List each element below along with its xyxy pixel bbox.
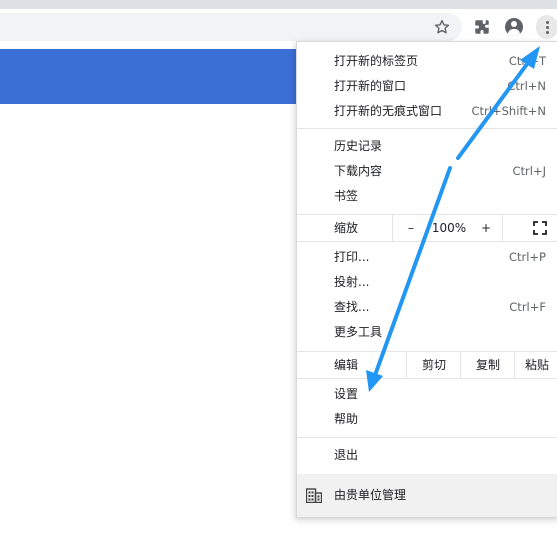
extensions-icon[interactable] [470,15,494,39]
menu-divider [297,378,557,379]
menu-item-help[interactable]: 帮助 [297,407,557,432]
menu-item-new-window[interactable]: 打开新的窗口 Ctrl+N [297,74,557,99]
menu-divider [297,437,557,438]
menu-item-shortcut: Ctrl+F [509,300,546,314]
edit-row: 编辑 剪切 复制 粘贴 [297,352,557,378]
zoom-level: 100% [431,221,467,235]
menu-item-label: 打开新的无痕式窗口 [334,104,443,118]
menu-item-label: 更多工具 [334,325,383,339]
menu-item-new-incognito-window[interactable]: 打开新的无痕式窗口 Ctrl+Shift+N [297,99,557,124]
tab-strip [0,0,557,9]
edit-label: 编辑 [334,358,359,372]
menu-item-label: 打开新的标签页 [334,54,419,68]
menu-item-label: 书签 [334,189,359,203]
menu-item-label: 退出 [334,448,359,462]
menu-item-settings[interactable]: 设置 [297,382,557,407]
menu-item-downloads[interactable]: 下载内容 Ctrl+J [297,159,557,184]
menu-item-label: 历史记录 [334,139,383,153]
menu-item-label: 投射... [334,275,370,289]
paste-button[interactable]: 粘贴 [514,352,557,378]
address-bar[interactable] [0,13,462,41]
menu-item-label: 下载内容 [334,164,383,178]
zoom-out-button[interactable]: – [392,215,429,241]
menu-item-print[interactable]: 打印... Ctrl+P [297,245,557,270]
menu-item-label: 打开新的窗口 [334,79,407,93]
menu-item-label: 设置 [334,387,359,401]
zoom-row: 缩放 – 100% + [297,215,557,241]
copy-button[interactable]: 复制 [460,352,515,378]
zoom-label: 缩放 [334,221,359,235]
menu-item-label: 打印... [334,250,370,264]
menu-item-shortcut: Ctrl+P [508,250,546,264]
menu-item-shortcut: Ctrl+T [508,54,546,68]
managed-label: 由贵单位管理 [334,488,407,502]
menu-item-new-tab[interactable]: 打开新的标签页 Ctrl+T [297,49,557,74]
building-icon [306,488,322,503]
cut-button[interactable]: 剪切 [406,352,461,378]
menu-item-shortcut: Ctrl+N [507,79,546,93]
page-header-bar [0,49,300,104]
managed-by-org[interactable]: 由贵单位管理 [297,474,557,517]
menu-item-more-tools[interactable]: 更多工具 [297,320,557,345]
menu-item-history[interactable]: 历史记录 [297,134,557,159]
menu-divider [297,128,557,129]
menu-item-label: 帮助 [334,412,359,426]
chrome-main-menu: 打开新的标签页 Ctrl+T 打开新的窗口 Ctrl+N 打开新的无痕式窗口 C… [296,41,557,518]
menu-item-exit[interactable]: 退出 [297,443,557,468]
menu-item-label: 查找... [334,300,370,314]
star-icon[interactable] [430,15,454,39]
fullscreen-button[interactable] [502,215,557,241]
menu-item-cast[interactable]: 投射... [297,270,557,295]
profile-icon[interactable] [502,15,526,39]
menu-item-shortcut: Ctrl+J [512,164,547,178]
zoom-in-button[interactable]: + [470,215,502,241]
menu-item-shortcut: Ctrl+Shift+N [471,104,546,118]
more-menu-icon[interactable] [536,15,557,39]
fullscreen-icon [533,221,547,235]
menu-item-bookmarks[interactable]: 书签 [297,184,557,209]
menu-item-find[interactable]: 查找... Ctrl+F [297,295,557,320]
menu-divider [297,241,557,242]
